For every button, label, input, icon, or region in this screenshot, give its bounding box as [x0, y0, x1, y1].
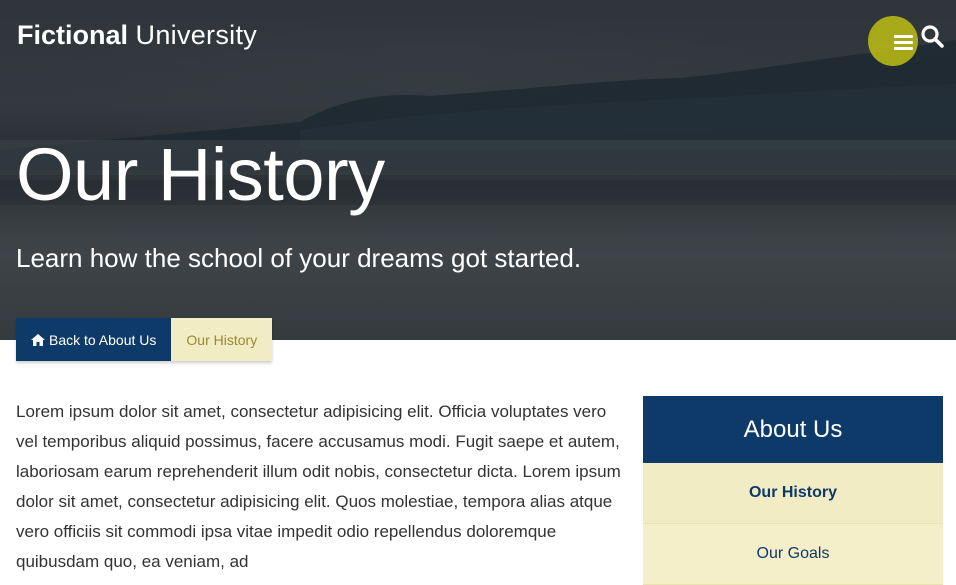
home-icon [31, 333, 45, 346]
page-subtitle: Learn how the school of your dreams got … [16, 243, 582, 273]
page-body-text: Lorem ipsum dolor sit amet, consectetur … [16, 402, 621, 571]
back-link-label: Back to About Us [49, 331, 157, 348]
hero-banner: Fictional University Our History Learn h… [0, 0, 956, 340]
breadcrumb: Back to About Us Our History [16, 318, 273, 361]
page-title: Our History [16, 133, 385, 216]
sidebar-item-our-history[interactable]: Our History [643, 463, 943, 524]
sidebar-item-our-goals[interactable]: Our Goals [643, 524, 943, 585]
page-links-sidebar: About Us Our History Our Goals [643, 396, 943, 585]
hamburger-menu-icon-bar [894, 41, 913, 44]
search-button[interactable] [920, 24, 946, 50]
logo-light-text: University [135, 20, 258, 50]
menu-button[interactable] [868, 16, 918, 66]
search-icon [921, 25, 944, 48]
site-logo[interactable]: Fictional University [17, 18, 257, 52]
current-page-crumb: Our History [171, 318, 273, 361]
logo-bold-text: Fictional [17, 20, 129, 50]
sidebar-parent-link[interactable]: About Us [643, 396, 943, 463]
hamburger-menu-icon-bar [894, 47, 913, 50]
hamburger-menu-icon [894, 35, 913, 38]
back-to-parent-link[interactable]: Back to About Us [16, 318, 172, 361]
